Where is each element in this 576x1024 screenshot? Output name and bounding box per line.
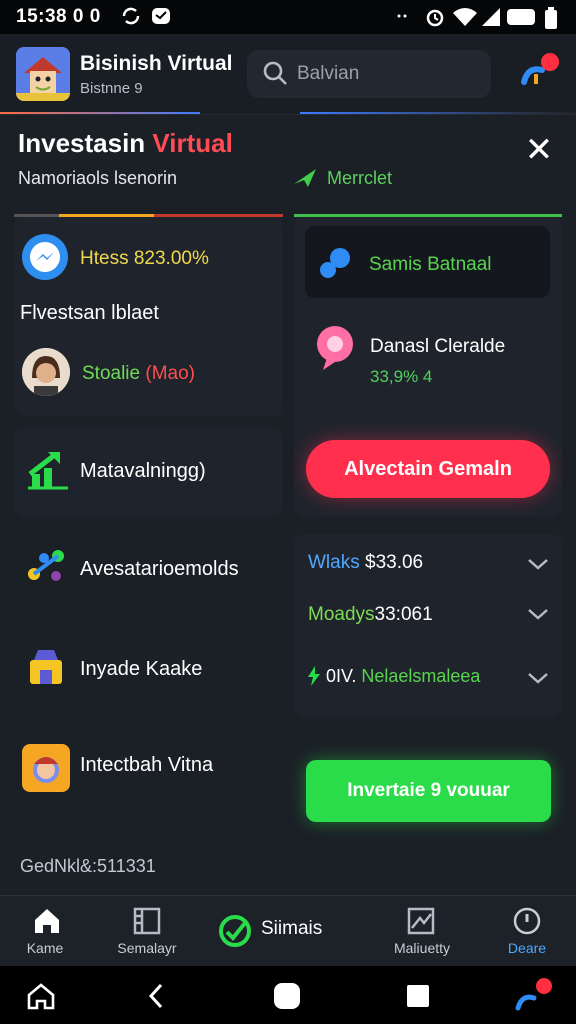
app-avatar[interactable]: [16, 47, 70, 101]
signal-icon: [480, 6, 502, 33]
home-icon[interactable]: [32, 906, 62, 936]
bolt-icon: [306, 666, 322, 686]
app-subtitle: Bistnne 9: [80, 80, 143, 97]
price-line-3: 0IV. Nelaelsmaleea: [326, 666, 481, 686]
status-text: Stoalie (Mao): [82, 363, 195, 384]
chevron-down-icon[interactable]: [524, 550, 552, 578]
sync-icon: [120, 6, 142, 31]
compass-icon[interactable]: [512, 906, 542, 936]
market-chart-icon[interactable]: [406, 906, 436, 936]
page-title: Investasin Virtual: [18, 128, 233, 158]
nav-home-label[interactable]: Kame: [0, 940, 95, 956]
battery-icon: [544, 6, 558, 35]
blue-bubble-icon: [318, 246, 354, 280]
row-label-2[interactable]: Inyade Kaake: [80, 658, 202, 681]
hits-percentage: Htess 823.00%: [80, 248, 209, 269]
market-label[interactable]: Merrclet: [327, 168, 392, 189]
row-label-3[interactable]: Intectbah Vitna: [80, 754, 213, 777]
search-placeholder: Balvian: [297, 63, 360, 84]
app-title: Bisinish Virtual: [80, 52, 233, 75]
activate-button[interactable]: Alvectain Gemaln: [306, 440, 550, 498]
chevron-down-icon[interactable]: [524, 664, 552, 692]
danasi-percentage: 33,9% 4: [370, 367, 433, 386]
center-check-icon[interactable]: [218, 914, 252, 948]
danasi-title: Danasl Cleralde: [370, 336, 506, 357]
price-line-2: Moadys33:061: [308, 604, 433, 625]
notification-bell-icon[interactable]: [516, 52, 560, 96]
profile-face-icon: [22, 744, 70, 792]
invest-button[interactable]: Invertaie 9 vouuar: [306, 760, 551, 822]
assistant-icon[interactable]: [512, 976, 556, 1021]
platform-text: Flvestsan lblaet: [20, 302, 159, 324]
header-accent-line: [0, 112, 200, 114]
samis-label: Samis Batnaal: [369, 254, 492, 275]
system-home-icon[interactable]: [26, 982, 56, 1015]
price-line-1: Wlaks $33.06: [308, 552, 424, 573]
battery-percent-icon: [506, 6, 538, 33]
user-avatar[interactable]: [22, 348, 70, 396]
wifi-icon: [452, 6, 478, 33]
growth-label: Matavalningg): [80, 460, 206, 482]
list-icon[interactable]: [132, 906, 162, 936]
nav-fifth-label[interactable]: Deare: [477, 940, 576, 956]
molecule-icon: [24, 546, 68, 590]
chevron-down-icon[interactable]: [524, 600, 552, 628]
close-button[interactable]: ✕: [520, 132, 558, 170]
card-accent-bar-green: [294, 214, 562, 217]
alarm-icon: [424, 6, 446, 33]
hero-subtitle: Namoriaols lsenorin: [18, 168, 178, 188]
system-back-icon[interactable]: [146, 982, 166, 1015]
pink-chat-icon: [313, 322, 357, 374]
card-accent-bar: [14, 214, 283, 217]
system-recents-circle[interactable]: [274, 983, 300, 1009]
row-label-1[interactable]: Avesatarioemolds: [80, 558, 239, 581]
footer-code: GedNkl&:511331: [20, 856, 156, 876]
shop-icon: [24, 646, 68, 690]
dots-icon: [396, 8, 418, 29]
growth-chart-icon: [26, 448, 70, 490]
nav-center-label[interactable]: Siimais: [261, 918, 322, 940]
market-check-icon: [292, 166, 318, 188]
header-accent-line-right: [300, 112, 576, 114]
nav-second-label[interactable]: Semalayr: [97, 940, 197, 956]
system-square-icon[interactable]: [407, 985, 429, 1007]
notification-dot-icon: [150, 6, 172, 31]
nav-fourth-label[interactable]: Maliuetty: [372, 940, 472, 956]
messenger-icon: [22, 234, 68, 280]
search-icon: [262, 60, 288, 86]
status-time: 15:38 0 0: [16, 6, 101, 27]
